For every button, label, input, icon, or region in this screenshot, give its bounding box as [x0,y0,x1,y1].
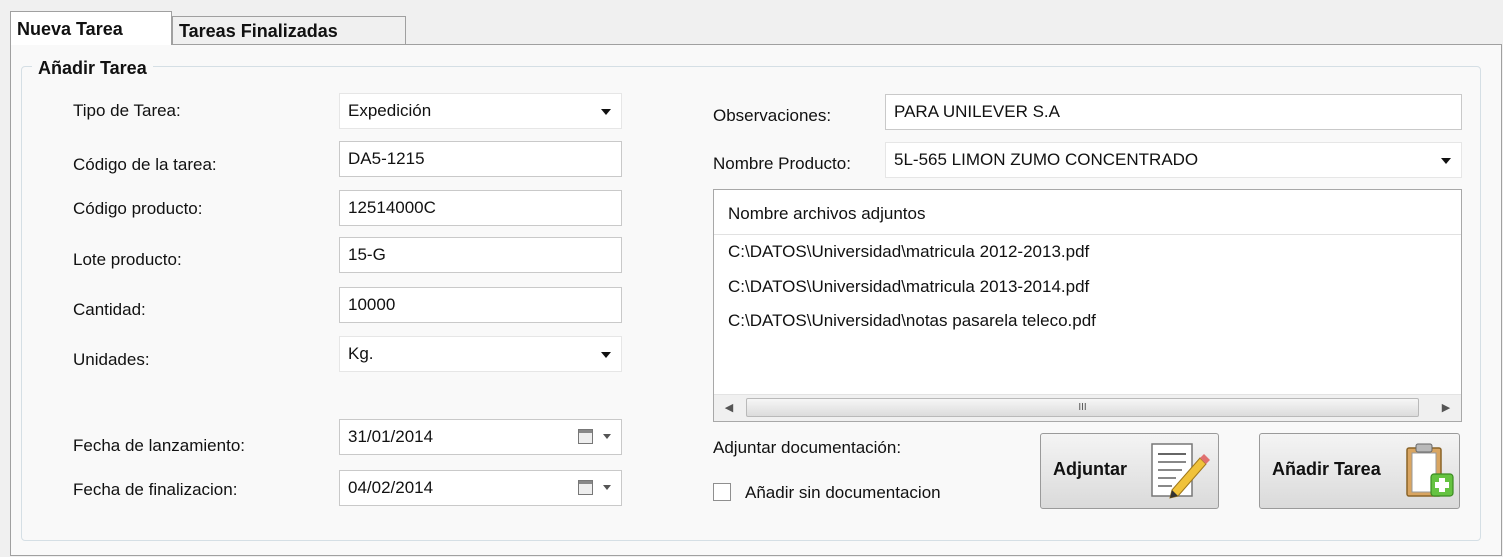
anadir-tarea-button[interactable]: Añadir Tarea [1259,433,1460,509]
codigo-producto-label: Código producto: [73,199,203,218]
observaciones-input[interactable]: PARA UNILEVER S.A [885,94,1462,130]
list-item[interactable]: C:\DATOS\Universidad\notas pasarela tele… [728,311,1096,331]
fecha-lanzamiento-label: Fecha de lanzamiento: [73,436,245,455]
chevron-down-icon[interactable] [603,485,611,490]
fecha-lanzamiento-value: 31/01/2014 [348,427,434,446]
unidades-label: Unidades: [73,350,150,369]
scroll-left-icon[interactable]: ◀ [714,395,744,421]
fecha-finalizacion-label: Fecha de finalizacion: [73,480,238,499]
chevron-down-icon [601,352,611,358]
codigo-tarea-input[interactable]: DA5-1215 [339,141,622,177]
lote-producto-input[interactable]: 15-G [339,237,622,273]
adjuntar-documentacion-label: Adjuntar documentación: [713,438,902,457]
attachments-column-header[interactable]: Nombre archivos adjuntos [714,190,1461,235]
adjuntar-button[interactable]: Adjuntar [1040,433,1219,509]
lote-producto-label: Lote producto: [73,250,182,269]
calendar-icon[interactable] [578,480,593,495]
horizontal-scrollbar[interactable]: ◀ III ▶ [714,394,1461,421]
fecha-finalizacion-value: 04/02/2014 [348,478,434,497]
codigo-producto-input[interactable]: 12514000C [339,190,622,226]
cantidad-label: Cantidad: [73,300,146,319]
group-title: Añadir Tarea [32,58,153,79]
chevron-down-icon [601,109,611,115]
clipboard-add-icon [1406,443,1454,497]
unidades-value: Kg. [348,344,374,363]
list-item[interactable]: C:\DATOS\Universidad\matricula 2012-2013… [728,242,1089,262]
unidades-select[interactable]: Kg. [339,336,622,372]
tipo-tarea-select[interactable]: Expedición [339,93,622,129]
codigo-tarea-label: Código de la tarea: [73,155,217,174]
nombre-producto-select[interactable]: 5L-565 LIMON ZUMO CONCENTRADO [885,142,1462,178]
anadir-tarea-button-label: Añadir Tarea [1272,459,1381,479]
tab-nueva-tarea[interactable]: Nueva Tarea [10,11,172,45]
sin-documentacion-checkbox[interactable] [713,483,731,501]
tipo-tarea-value: Expedición [348,101,432,120]
sin-documentacion-label[interactable]: Añadir sin documentacion [745,483,941,503]
fecha-finalizacion-picker[interactable]: 04/02/2014 [339,470,622,506]
tipo-tarea-label: Tipo de Tarea: [73,101,181,120]
fecha-lanzamiento-picker[interactable]: 31/01/2014 [339,419,622,455]
list-item[interactable]: C:\DATOS\Universidad\matricula 2013-2014… [728,277,1089,297]
cantidad-input[interactable]: 10000 [339,287,622,323]
calendar-icon[interactable] [578,429,593,444]
chevron-down-icon [1441,158,1451,164]
scroll-thumb[interactable]: III [746,398,1419,417]
nombre-producto-value: 5L-565 LIMON ZUMO CONCENTRADO [894,150,1199,169]
attachments-list[interactable]: Nombre archivos adjuntos C:\DATOS\Univer… [713,189,1462,422]
observaciones-label: Observaciones: [713,106,832,125]
document-edit-icon [1151,443,1210,499]
scroll-right-icon[interactable]: ▶ [1431,395,1461,421]
nombre-producto-label: Nombre Producto: [713,154,851,173]
tab-tareas-finalizadas[interactable]: Tareas Finalizadas [172,16,406,45]
chevron-down-icon[interactable] [603,434,611,439]
adjuntar-button-label: Adjuntar [1053,459,1127,479]
